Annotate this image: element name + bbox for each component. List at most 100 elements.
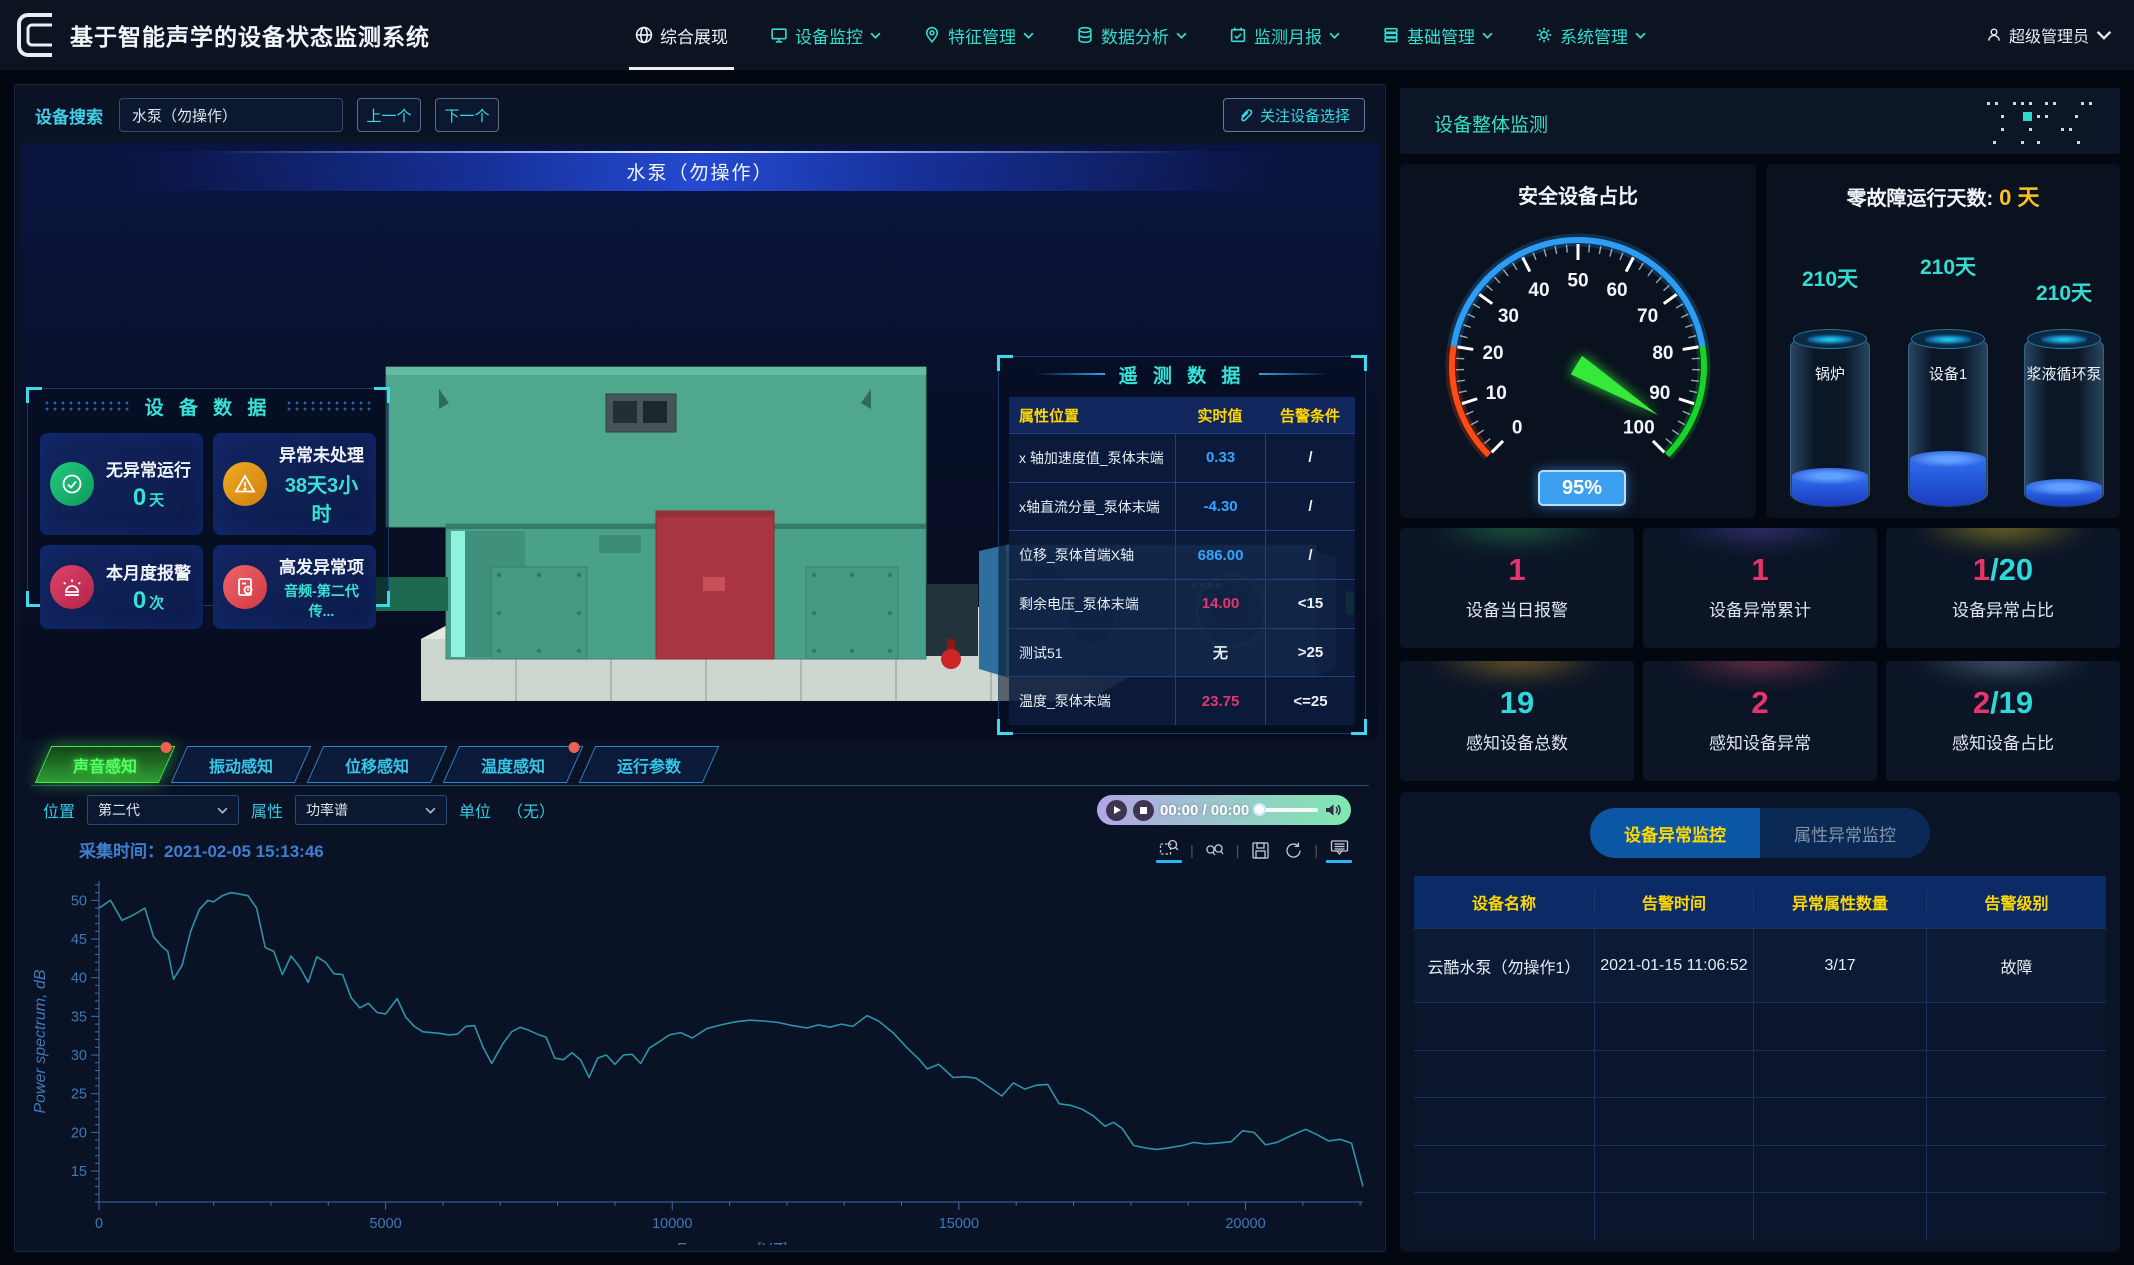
capture-time: 采集时间：2021-02-05 15:13:46 (79, 837, 324, 862)
next-device-button[interactable]: 下一个 (435, 98, 499, 132)
alarm-bell-icon (50, 565, 94, 609)
prev-device-button[interactable]: 上一个 (357, 98, 421, 132)
tab-device-anomaly-monitor[interactable]: 设备异常监控 (1590, 808, 1760, 858)
nav-item-system-mgmt[interactable]: 系统管理 (1535, 0, 1646, 70)
stop-button[interactable] (1133, 800, 1154, 821)
svg-text:25: 25 (71, 1087, 87, 1103)
cylinder-device1: 210天 设备1 (1908, 333, 1988, 507)
stat-device-daily-alarms: 1 设备当日报警 (1400, 528, 1634, 648)
device-data-title-bar: 设 备 数 据 (28, 389, 388, 423)
telemetry-title: 遥 测 数 据 (1119, 361, 1246, 388)
3d-viewer[interactable]: 水泵（勿操作） (21, 143, 1379, 739)
cylinder-label: 浆液循环泵 (2018, 365, 2110, 385)
table-row[interactable]: 云酷水泵（勿操作1） 2021-01-15 11:06:52 3/17 故障 (1414, 928, 2106, 1002)
tab-displacement-sensing[interactable]: 位移感知 (307, 746, 447, 783)
column-header: 告警级别 (1926, 890, 2106, 914)
data-view-icon[interactable] (1327, 837, 1351, 863)
stat-value: 1 (1751, 552, 1768, 587)
player-progress-slider[interactable] (1255, 808, 1318, 812)
nav-item-overview[interactable]: 综合展现 (635, 0, 728, 70)
telemetry-header-row: 属性位置 实时值 告警条件 (1009, 397, 1355, 433)
active-underline (1156, 860, 1182, 863)
toolbar-separator: | (1190, 842, 1194, 858)
stat-label: 无异常运行 (104, 456, 193, 481)
corner-decoration (374, 591, 390, 607)
zoom-select-icon[interactable] (1157, 837, 1181, 863)
save-image-icon[interactable] (1248, 840, 1272, 861)
tab-vibration-sensing[interactable]: 振动感知 (171, 746, 311, 783)
column-header: 异常属性数量 (1753, 890, 1926, 914)
zero-fault-title: 零故障运行天数:0 天 (1766, 180, 2120, 212)
table-row: 测试51 无 >25 (1009, 628, 1355, 677)
stat-unit: 天 (149, 492, 164, 509)
cylinder-days: 210天 (1888, 251, 2008, 281)
cylinder-slurry-pump: 210天 浆液循环泵 (2024, 333, 2104, 507)
nav-item-feature-mgmt[interactable]: 特征管理 (923, 0, 1034, 70)
nav-label: 数据分析 (1101, 23, 1169, 48)
svg-text:30: 30 (71, 1048, 87, 1064)
stat-value: 2 (1751, 685, 1768, 720)
svg-text:35: 35 (71, 1009, 87, 1025)
stat-value: 1 (1508, 552, 1525, 587)
svg-text:60: 60 (1606, 280, 1627, 301)
telemetry-table: 属性位置 实时值 告警条件 x 轴加速度值_泵体末端 0.33 / x轴直流分量… (1009, 397, 1355, 725)
nav-item-monthly-report[interactable]: 监测月报 (1229, 0, 1340, 70)
glow-decoration (1671, 661, 1849, 683)
cylinder-label: 设备1 (1902, 365, 1994, 385)
stat-card-unhandled-anomaly: 异常未处理 38天3小时 (213, 433, 376, 535)
glow-decoration (1671, 528, 1849, 550)
nav-label: 系统管理 (1560, 23, 1628, 48)
slider-knob[interactable] (1253, 803, 1266, 816)
svg-text:50: 50 (71, 893, 87, 909)
focus-device-select-button[interactable]: 关注设备选择 (1223, 98, 1365, 132)
device-search-input[interactable] (119, 98, 343, 132)
overall-monitor-title: 设备整体监测 (1434, 110, 1548, 137)
zero-fault-days-card: 零故障运行天数:0 天 210天 锅炉 210天 设备1 210天 浆液循环泵 (1766, 164, 2120, 518)
chevron-down-icon (217, 807, 228, 814)
tab-running-params[interactable]: 运行参数 (579, 746, 719, 783)
column-header: 实时值 (1175, 405, 1265, 426)
chevron-down-icon (1176, 32, 1187, 39)
top-nav-bar: 基于智能声学的设备状态监测系统 综合展现 设备监控 特征管理 数据分析 监测月报 (0, 0, 2134, 70)
dot-decoration (43, 400, 131, 412)
device-search-row: 设备搜索 上一个 下一个 关注设备选择 (35, 97, 1365, 133)
cylinder-fill (1792, 476, 1868, 506)
svg-text:Power spectrum, dB: Power spectrum, dB (32, 969, 49, 1113)
svg-text:20: 20 (71, 1125, 87, 1141)
volume-icon[interactable] (1324, 802, 1342, 818)
svg-text:0: 0 (1512, 417, 1523, 438)
svg-text:45: 45 (71, 932, 87, 948)
user-menu[interactable]: 超级管理员 (1986, 0, 2112, 70)
table-row: 剩余电压_泵体末端 14.00 <15 (1009, 579, 1355, 628)
svg-text:20000: 20000 (1225, 1216, 1265, 1232)
alarm-table: 设备名称 告警时间 异常属性数量 告警级别 云酷水泵（勿操作1） 2021-01… (1414, 876, 2106, 1240)
zoom-reset-icon[interactable] (1203, 840, 1227, 861)
nav-item-device-monitor[interactable]: 设备监控 (770, 0, 881, 70)
table-row: 位移_泵体首端X轴 686.00 / (1009, 530, 1355, 579)
attribute-select[interactable]: 功率谱 (295, 795, 447, 825)
server-icon (1382, 26, 1400, 44)
stat-sensor-anomaly: 2 感知设备异常 (1643, 661, 1877, 781)
svg-text:15000: 15000 (939, 1216, 979, 1232)
user-icon (1986, 27, 2002, 43)
play-icon (1114, 806, 1121, 814)
tab-attribute-anomaly-monitor[interactable]: 属性异常监控 (1760, 808, 1930, 858)
svg-text:80: 80 (1652, 343, 1673, 364)
glow-decoration (1914, 661, 2092, 683)
alarm-tabs: 设备异常监控 属性异常监控 (1590, 808, 1930, 858)
tab-sound-sensing[interactable]: 声音感知 (35, 746, 175, 783)
tab-temperature-sensing[interactable]: 温度感知 (443, 746, 583, 783)
stat-value: 1 (1973, 552, 1990, 587)
unit-label: 单位 (459, 798, 491, 822)
table-row: x 轴加速度值_泵体末端 0.33 / (1009, 433, 1355, 482)
position-select[interactable]: 第二代 (87, 795, 239, 825)
stat-value: 38天3小时 (285, 475, 358, 526)
nav-label: 监测月报 (1254, 23, 1322, 48)
nav-item-data-analysis[interactable]: 数据分析 (1076, 0, 1187, 70)
play-button[interactable] (1106, 800, 1127, 821)
nav-item-basic-mgmt[interactable]: 基础管理 (1382, 0, 1493, 70)
stat-value: 19 (1500, 685, 1534, 720)
restore-icon[interactable] (1281, 840, 1305, 861)
telemetry-title-bar: 遥 测 数 据 (999, 357, 1365, 391)
spectrum-chart[interactable]: 152025303540455005000100001500020000Freq… (29, 871, 1373, 1250)
